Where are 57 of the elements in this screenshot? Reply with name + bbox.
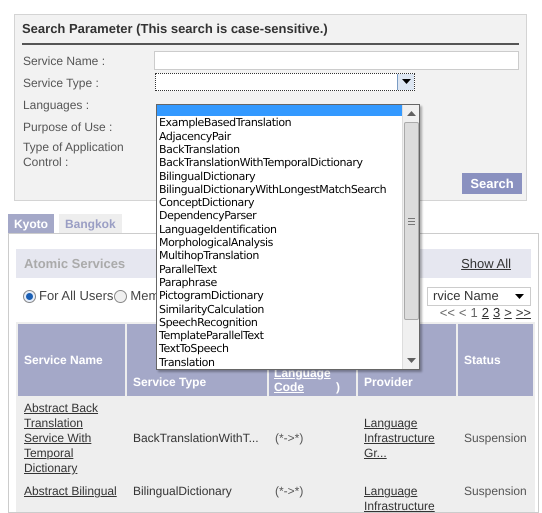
column-header: ) [336,380,340,394]
column-header: Service Name [18,324,125,396]
page-label: 1 [470,306,478,320]
radio-button[interactable] [114,290,128,302]
field-label: Purpose of Use : [22,118,114,134]
page-label: << [440,306,455,320]
show-all-link[interactable]: Show All [461,254,511,274]
page-link[interactable]: 2 [482,306,489,320]
field-label: Type of Application Control : [22,140,125,170]
dropdown-option[interactable]: ConceptDictionary [157,196,402,210]
radio-label: For All Users [39,287,114,306]
dropdown-option[interactable]: BilingualDictionary [157,170,402,183]
dropdown-option[interactable]: SimilarityCalculation [157,302,402,316]
service-type-select[interactable] [155,72,415,90]
table-cell: (*->*) [275,431,304,445]
service-name-field[interactable] [154,50,519,70]
scroll-up-icon[interactable] [406,111,416,116]
service-name-link[interactable]: Abstract Back Translation Service With Temporal Dictionary [24,401,119,476]
dropdown-option[interactable]: PictogramDictionary [157,289,402,303]
table-cell: Suspension [464,484,527,498]
field-label: Service Name : [22,52,106,68]
dropdown-option[interactable]: DependencyParser [157,209,402,223]
service-name-link[interactable]: Abstract Bilingual [24,484,119,499]
dropdown-arrow-icon [402,79,410,84]
panel-title: Search Parameter (This search is case-sensitive.) [22,21,328,36]
section-title: Atomic Services [24,254,126,273]
sort-select[interactable]: rvice Name [427,286,531,306]
dropdown-option[interactable]: BilingualDictionaryWithLongestMatchSearch [157,182,402,196]
grip-icon [408,218,414,224]
table-cell: BackTranslationWithT... [133,431,259,445]
highlighted-option[interactable] [157,105,402,116]
table-cell: (*->*) [275,484,304,498]
scroll-down-icon[interactable] [406,358,416,363]
scrollbar-thumb[interactable] [404,122,418,320]
table-cell: BilingualDictionary [133,484,232,498]
dropdown-arrow-icon [515,294,524,298]
dropdown-option[interactable]: BackTranslation [157,142,402,156]
dropdown-option[interactable]: MultihopTranslation [157,249,402,263]
radio-button[interactable] [23,290,36,302]
page-link[interactable]: >> [516,306,531,320]
dropdown-option[interactable]: ParallelText [157,262,402,276]
dropdown-option[interactable]: ExampleBasedTranslation [157,116,402,130]
scrollbar[interactable] [402,105,419,369]
dropdown-option[interactable]: MorphologicalAnalysis [157,236,402,250]
provider-link[interactable]: Language Infrastructure [364,484,450,512]
provider-link[interactable]: Language Infrastructure Gr... [364,416,450,461]
field-label: Service Type : [22,74,100,90]
dropdown-option[interactable]: BackTranslationWithTemporalDictionary [157,156,402,170]
field-label: Languages : [22,96,90,112]
page-link[interactable]: > [504,306,512,320]
dropdown-option[interactable]: Paraphrase [157,276,402,290]
dropdown-option[interactable]: LanguageIdentification [157,222,402,236]
table-cell: Suspension [464,431,527,445]
page-link[interactable]: 3 [492,306,500,320]
page-label: < [458,306,467,320]
dropdown-option[interactable]: AdjacencyPair [157,130,402,143]
column-header: Status [458,324,533,396]
